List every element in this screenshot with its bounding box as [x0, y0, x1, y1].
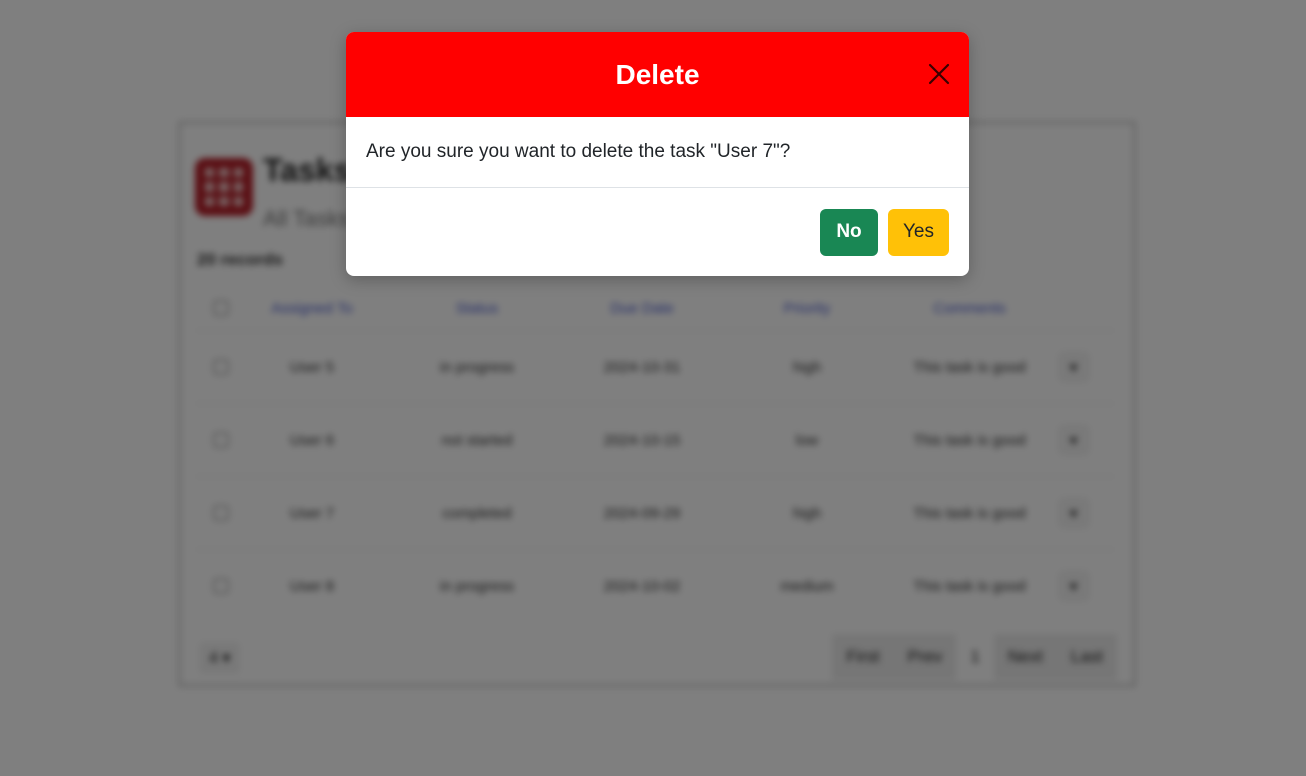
modal-title: Delete	[615, 58, 700, 90]
modal-body: Are you sure you want to delete the task…	[346, 117, 969, 188]
yes-button[interactable]: Yes	[888, 208, 949, 256]
modal-footer: No Yes	[346, 188, 969, 276]
close-icon	[928, 63, 950, 85]
delete-confirm-message: Are you sure you want to delete the task…	[366, 141, 791, 162]
delete-confirm-dialog: Delete Are you sure you want to delete t…	[346, 32, 969, 276]
modal-header: Delete	[346, 32, 969, 117]
no-button[interactable]: No	[820, 208, 878, 256]
close-button[interactable]	[927, 62, 951, 86]
